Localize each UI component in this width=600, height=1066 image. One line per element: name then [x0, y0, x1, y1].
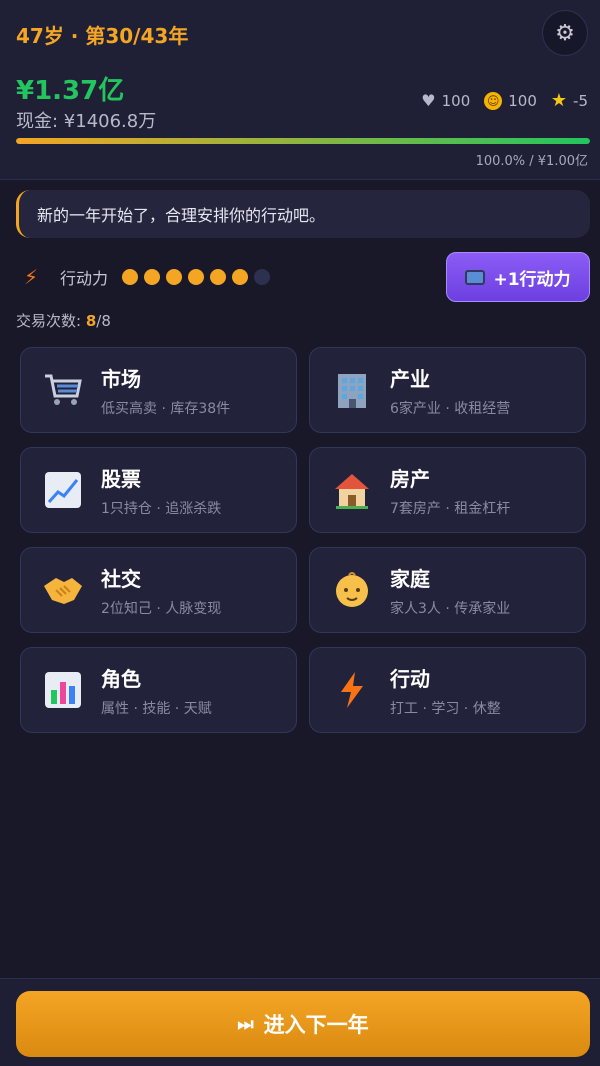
energy-dots: [122, 269, 271, 285]
energy-dot-filled: [210, 269, 227, 285]
card-subtitle: 1只持仓 · 追涨杀跌: [101, 500, 222, 517]
gear-icon: ⚙: [555, 20, 575, 46]
card-title: 家庭: [390, 566, 430, 591]
smile-icon: ☺: [484, 91, 503, 110]
settings-button[interactable]: ⚙: [542, 10, 588, 56]
card-industry[interactable]: 产业 6家产业 · 收租经营: [309, 347, 586, 433]
add-energy-label: +1行动力: [493, 269, 571, 290]
stats-bar: ♥ 100 ☺ 100 ★ -5: [421, 90, 588, 111]
card-subtitle: 家人3人 · 传承家业: [390, 600, 511, 617]
card-subtitle: 7套房产 · 租金杠杆: [390, 500, 511, 517]
goal-progress-bar: [16, 138, 590, 144]
event-message-text: 新的一年开始了，合理安排你的行动吧。: [37, 206, 326, 225]
menu-grid: 市场 低买高卖 · 库存38件 产业 6家产业 · 收租经营 股票 1只持仓 ·…: [20, 347, 586, 733]
health-stat: ♥ 100: [421, 91, 470, 110]
trade-count-used: 8: [85, 312, 97, 330]
next-year-button[interactable]: ⏭ 进入下一年: [16, 991, 590, 1057]
house-icon: [330, 468, 374, 512]
card-title: 行动: [390, 666, 430, 691]
goal-progress-label: 100.0% / ¥1.00亿: [475, 154, 588, 169]
card-subtitle: 打工 · 学习 · 休整: [390, 700, 501, 717]
energy-row: ⚡ 行动力 +1行动力: [16, 252, 590, 302]
office-building-icon: [330, 368, 374, 412]
card-title: 角色: [101, 666, 141, 691]
reputation-value: -5: [573, 91, 588, 110]
card-property[interactable]: 房产 7套房产 · 租金杠杆: [309, 447, 586, 533]
card-market[interactable]: 市场 低买高卖 · 库存38件: [20, 347, 297, 433]
trade-count-max: /8: [96, 312, 111, 330]
fast-forward-icon: ⏭: [237, 1013, 254, 1035]
card-subtitle: 6家产业 · 收租经营: [390, 400, 511, 417]
energy-dot-filled: [166, 269, 183, 285]
event-message: 新的一年开始了，合理安排你的行动吧。: [16, 190, 590, 238]
net-worth: ¥1.37亿: [16, 76, 125, 106]
trade-count-label: 交易次数:: [16, 312, 86, 330]
card-family[interactable]: 家庭 家人3人 · 传承家业: [309, 547, 586, 633]
handshake-icon: [41, 568, 85, 612]
status-header: 47岁 · 第30/43年 ⚙ ¥1.37亿 现金: ¥1406.8万 ♥ 10…: [0, 0, 600, 180]
card-subtitle: 低买高卖 · 库存38件: [101, 400, 231, 417]
card-title: 社交: [101, 566, 141, 591]
happiness-stat: ☺ 100: [484, 91, 537, 110]
chart-increasing-icon: [41, 468, 85, 512]
footer-bar: ⏭ 进入下一年: [0, 978, 600, 1066]
reputation-stat: ★ -5: [551, 90, 588, 111]
star-icon: ★: [550, 90, 568, 111]
shopping-cart-icon: [41, 368, 85, 412]
card-stocks[interactable]: 股票 1只持仓 · 追涨杀跌: [20, 447, 297, 533]
cash-label: 现金: ¥1406.8万: [16, 111, 157, 132]
card-title: 产业: [390, 366, 430, 391]
happiness-value: 100: [508, 91, 537, 110]
energy-label: 行动力: [60, 269, 109, 288]
heart-icon: ♥: [421, 91, 436, 110]
baby-icon: [330, 568, 374, 612]
card-title: 股票: [101, 466, 141, 491]
lightning-icon: ⚡: [23, 265, 39, 289]
trade-count-line: 交易次数: 8/8: [16, 310, 111, 331]
age-year-label: 47岁 · 第30/43年: [16, 24, 189, 48]
health-value: 100: [441, 91, 471, 110]
energy-dot-filled: [144, 269, 161, 285]
card-action[interactable]: 行动 打工 · 学习 · 休整: [309, 647, 586, 733]
card-subtitle: 2位知己 · 人脉变现: [101, 600, 222, 617]
goal-progress-fill: [16, 138, 590, 144]
card-character[interactable]: 角色 属性 · 技能 · 天赋: [20, 647, 297, 733]
bar-chart-icon: [41, 668, 85, 712]
card-subtitle: 属性 · 技能 · 天赋: [101, 700, 212, 717]
energy-dot-filled: [232, 269, 249, 285]
card-social[interactable]: 社交 2位知己 · 人脉变现: [20, 547, 297, 633]
energy-dot-filled: [122, 269, 139, 285]
energy-dot-empty: [254, 269, 271, 285]
card-title: 市场: [101, 366, 141, 391]
energy-dot-filled: [188, 269, 205, 285]
tv-icon: [465, 269, 486, 285]
next-year-label: 进入下一年: [263, 1013, 369, 1037]
lightning-icon: [330, 668, 374, 712]
card-title: 房产: [390, 466, 430, 491]
add-energy-button[interactable]: +1行动力: [446, 252, 590, 302]
